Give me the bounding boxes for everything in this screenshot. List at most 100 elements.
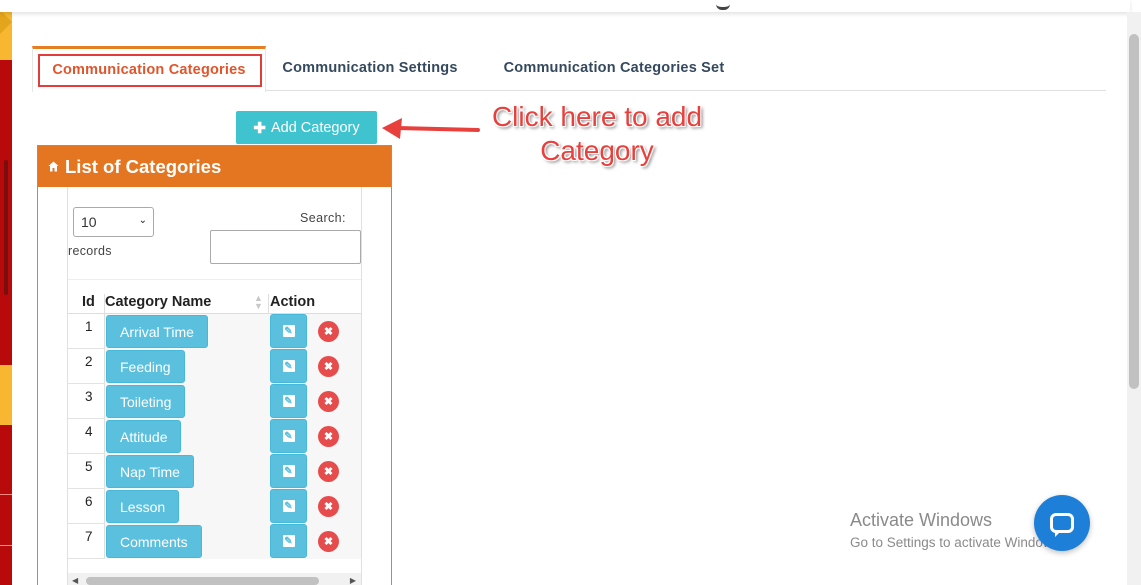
row-id: 6 (85, 494, 93, 509)
category-label: Comments (120, 533, 188, 550)
close-icon: ✖ (323, 396, 334, 408)
delete-button[interactable]: ✖ (318, 496, 339, 517)
records-per-page-select[interactable]: 10 ⌄ (73, 207, 154, 237)
category-label: Arrival Time (120, 323, 194, 340)
tab-label: Communication Settings (282, 60, 458, 76)
top-header (0, 0, 1130, 12)
tab-label: Communication Categories Set (503, 60, 725, 76)
category-label: Nap Time (120, 463, 180, 480)
category-button[interactable]: Nap Time (106, 455, 194, 488)
close-icon: ✖ (323, 466, 334, 478)
edit-button[interactable]: ✎ (270, 489, 307, 523)
scrollbar-thumb[interactable] (86, 577, 319, 585)
edit-icon: ✎ (282, 395, 295, 407)
table-row: 4 Attitude ✎ ✖ (68, 419, 361, 454)
table-row: 6 Lesson ✎ ✖ (68, 489, 361, 524)
sidebar-divider (0, 494, 12, 495)
edit-button[interactable]: ✎ (270, 454, 307, 488)
category-button[interactable]: Arrival Time (106, 315, 208, 348)
category-button[interactable]: Toileting (106, 385, 186, 418)
edit-icon: ✎ (282, 500, 295, 512)
table-horizontal-scrollbar[interactable]: ◀ ▶ (68, 573, 361, 585)
category-label: Feeding (120, 358, 171, 375)
page-scrollbar-thumb[interactable] (1129, 34, 1139, 389)
sort-icon[interactable]: ▲ ▼ (254, 294, 263, 311)
edit-icon: ✎ (282, 465, 295, 477)
row-id: 3 (85, 389, 93, 404)
row-id: 7 (85, 529, 93, 544)
column-header-category-name[interactable]: Category Name (105, 294, 211, 310)
plus-icon: ✚ (253, 119, 266, 137)
chat-button[interactable] (1034, 495, 1090, 551)
edit-icon: ✎ (282, 325, 295, 337)
close-icon: ✖ (323, 361, 334, 373)
delete-button[interactable]: ✖ (318, 391, 339, 412)
annotation-text: Click here to add Category (468, 100, 726, 168)
home-icon (48, 161, 59, 172)
edit-button[interactable]: ✎ (270, 349, 307, 383)
delete-button[interactable]: ✖ (318, 356, 339, 377)
header-glyph (716, 2, 730, 10)
edit-icon: ✎ (282, 360, 295, 372)
annotation-line-1: Click here to add (491, 101, 703, 132)
column-header-action: Action (270, 294, 316, 310)
delete-button[interactable]: ✖ (318, 426, 339, 447)
watermark-subtitle: Go to Settings to activate Windows. (850, 535, 1064, 550)
add-category-label: Add Category (270, 119, 360, 136)
row-id: 2 (85, 354, 93, 369)
tab-bar: Communication Categories Communication S… (32, 46, 1106, 92)
column-header-id[interactable]: Id (82, 294, 95, 310)
chat-bubble-icon (1050, 513, 1074, 537)
search-input[interactable] (210, 230, 361, 264)
category-button[interactable]: Attitude (106, 420, 182, 453)
row-id: 4 (85, 424, 93, 439)
records-select-value: 10 (81, 214, 97, 230)
sidebar-divider (0, 545, 12, 546)
panel-title: List of Categories (65, 155, 222, 177)
tab-communication-categories-set[interactable]: Communication Categories Set (489, 46, 739, 90)
close-icon: ✖ (323, 431, 334, 443)
close-icon: ✖ (323, 326, 334, 338)
edit-icon: ✎ (282, 430, 295, 442)
edit-icon: ✎ (282, 535, 295, 547)
scroll-left-icon[interactable]: ◀ (72, 576, 78, 585)
category-label: Toileting (120, 393, 172, 410)
delete-button[interactable]: ✖ (318, 531, 339, 552)
table-row: 2 Feeding ✎ ✖ (68, 349, 361, 384)
categories-panel: List of Categories 10 ⌄ records Search: … (37, 145, 392, 585)
panel-header: List of Categories (38, 146, 391, 187)
panel-body: 10 ⌄ records Search: Id Category Name ▲ ▼… (38, 187, 391, 585)
delete-button[interactable]: ✖ (318, 321, 339, 342)
close-icon: ✖ (323, 536, 334, 548)
table-header: Id Category Name ▲ ▼ Action (68, 280, 361, 314)
table-row: 5 Nap Time ✎ ✖ (68, 454, 361, 489)
row-id: 5 (85, 459, 93, 474)
annotation-line-2: Category (540, 135, 654, 166)
sidebar-mid-segment[interactable] (0, 365, 12, 425)
watermark-title: Activate Windows (850, 510, 993, 530)
categories-table: Id Category Name ▲ ▼ Action 1 Arrival Tim… (68, 279, 361, 585)
add-category-button[interactable]: ✚ Add Category (236, 111, 377, 144)
edit-button[interactable]: ✎ (270, 419, 307, 453)
category-button[interactable]: Comments (106, 525, 202, 558)
category-label: Attitude (120, 428, 168, 445)
edit-button[interactable]: ✎ (270, 314, 307, 348)
tab-communication-categories[interactable]: Communication Categories (32, 46, 266, 92)
page-scrollbar[interactable] (1127, 12, 1141, 585)
edit-button[interactable]: ✎ (270, 384, 307, 418)
sidebar-collapse-arrow-icon[interactable] (0, 10, 12, 34)
edit-button[interactable]: ✎ (270, 524, 307, 558)
close-icon: ✖ (323, 501, 334, 513)
sidebar-scrollbar[interactable] (4, 160, 8, 295)
panel-inner-border (361, 187, 362, 585)
category-button[interactable]: Lesson (106, 490, 180, 523)
left-sidebar (0, 0, 12, 585)
row-id: 1 (85, 319, 93, 334)
delete-button[interactable]: ✖ (318, 461, 339, 482)
category-label: Lesson (120, 498, 166, 515)
tab-communication-settings[interactable]: Communication Settings (272, 46, 468, 90)
category-button[interactable]: Feeding (106, 350, 185, 383)
scroll-right-icon[interactable]: ▶ (350, 576, 356, 585)
table-row: 3 Toileting ✎ ✖ (68, 384, 361, 419)
activate-windows-watermark: Activate Windows Go to Settings to activ… (850, 510, 1063, 550)
